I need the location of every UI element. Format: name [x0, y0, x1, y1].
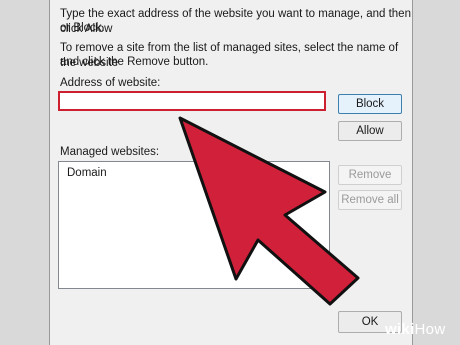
- watermark-part-wiki: wiki: [385, 321, 415, 338]
- pointer-arrow-overlay: [178, 116, 360, 306]
- red-arrow-icon: [178, 116, 360, 306]
- watermark-part-how: How: [414, 321, 446, 338]
- wikihow-watermark: wikiHow: [385, 321, 445, 338]
